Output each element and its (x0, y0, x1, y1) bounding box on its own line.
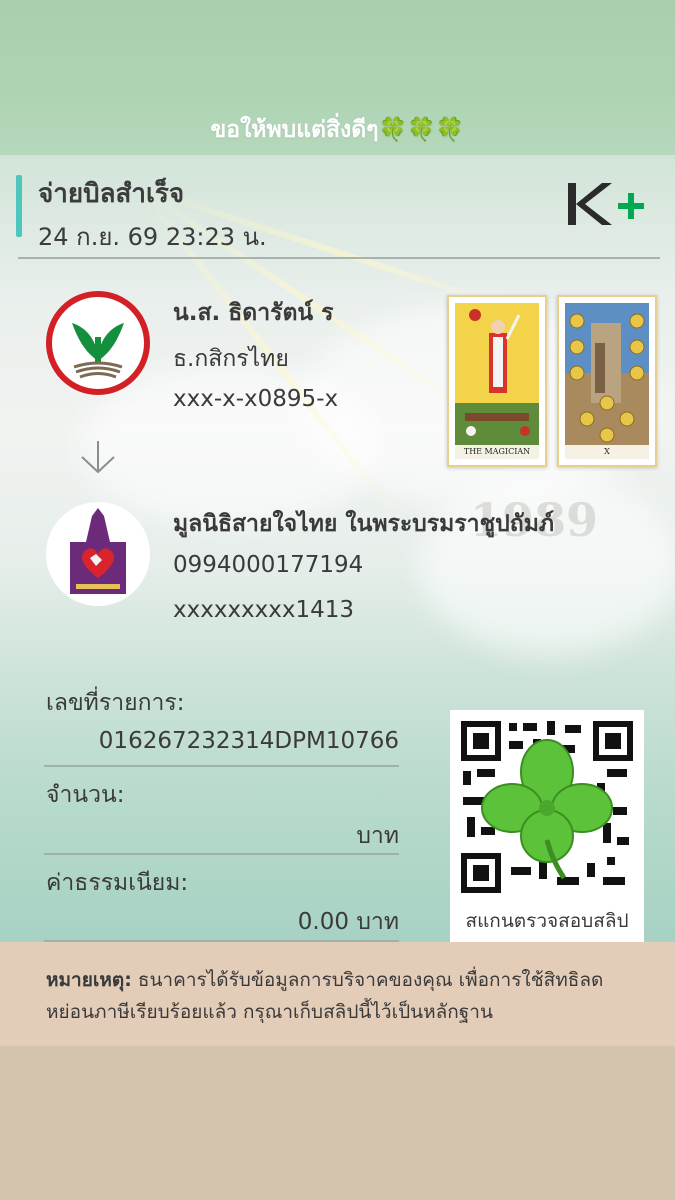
greeting-text: ขอให้พบแต่สิ่งดีๆ🍀🍀🍀 (210, 117, 465, 143)
clover-icon (481, 739, 613, 880)
foundation-emblem-icon (70, 508, 126, 594)
fee-label: ค่าธรรมเนียม: (46, 870, 189, 896)
amount-label: จำนวน: (46, 782, 125, 808)
amount-divider (44, 853, 399, 855)
tarot-card-magician: THE MAGICIAN (447, 295, 547, 467)
sender-name: น.ส. ธิดารัตน์ ร (173, 300, 334, 326)
header-divider (18, 257, 660, 259)
sender-account: xxx-x-x0895-x (173, 386, 339, 412)
amount-value: บาท (356, 823, 399, 849)
ref-value: 016267232314DPM10766 (98, 728, 399, 754)
tarot-card-ten-pentacles: X (557, 295, 657, 467)
fee-value: 0.00 บาท (297, 909, 399, 935)
top-band: ขอให้พบแต่สิ่งดีๆ🍀🍀🍀 (0, 0, 675, 155)
foundation-logo (46, 502, 150, 606)
note-heading: หมายเหตุ: (46, 969, 132, 991)
ref-divider (44, 765, 399, 767)
magician-card-caption: THE MAGICIAN (455, 445, 539, 459)
title-accent-bar (16, 175, 22, 237)
ref-label: เลขที่รายการ: (46, 690, 185, 716)
sender-bank: ธ.กสิกรไทย (173, 346, 289, 372)
pentacles-card-caption: X (565, 445, 649, 459)
note-band: หมายเหตุ: ธนาคารได้รับข้อมูลการบริจาคของ… (0, 942, 675, 1046)
receiver-biller-id: 0994000177194 (173, 552, 364, 578)
magician-card-image (455, 303, 539, 445)
payment-slip: 1989 จ่ายบิลสำเร็จ 24 ก.ย. 69 23:23 น. น… (0, 155, 675, 942)
kplus-logo (568, 183, 644, 225)
kbank-logo (46, 291, 150, 395)
slip-datetime: 24 ก.ย. 69 23:23 น. (38, 223, 267, 251)
kbank-leaf-icon (72, 323, 124, 379)
receiver-name: มูลนิธิสายใจไทย ในพระบรมราชูปถัมภ์ (173, 511, 555, 537)
note-text: หมายเหตุ: ธนาคารได้รับข้อมูลการบริจาคของ… (46, 964, 646, 1028)
qr-verify-box[interactable]: สแกนตรวจสอบสลิป (450, 710, 644, 942)
pentacles-card-image (565, 303, 649, 445)
arrow-down-icon (81, 441, 115, 474)
qr-caption: สแกนตรวจสอบสลิป (465, 910, 629, 932)
receiver-reference: xxxxxxxxx1413 (173, 597, 355, 623)
slip-title: จ่ายบิลสำเร็จ (38, 179, 185, 209)
